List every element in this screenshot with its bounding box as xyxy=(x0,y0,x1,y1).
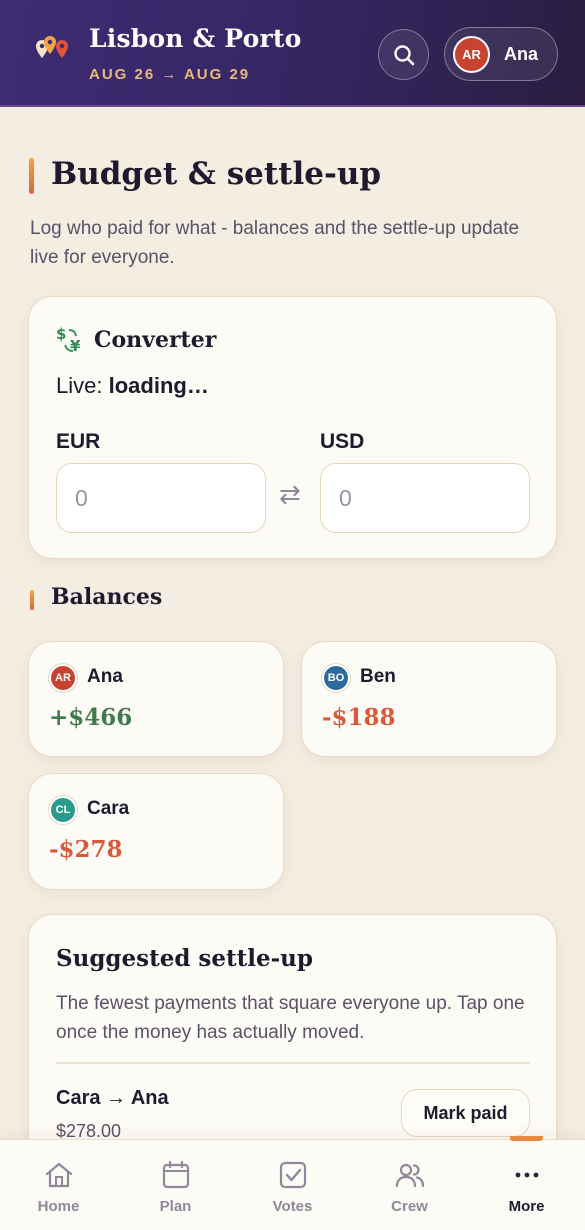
tab-votes[interactable]: Votes xyxy=(234,1140,351,1230)
avatar: CL xyxy=(49,796,77,824)
to-currency-label: USD xyxy=(320,430,365,453)
mark-paid-button[interactable]: Mark paid xyxy=(401,1089,530,1137)
converter-live-status: Live: loading… xyxy=(56,373,209,399)
svg-text:¥: ¥ xyxy=(70,337,81,355)
tab-label: More xyxy=(508,1198,545,1215)
calendar-icon xyxy=(162,1160,190,1189)
checkbox-icon xyxy=(279,1161,307,1189)
search-button[interactable] xyxy=(378,29,429,80)
svg-text:$: $ xyxy=(56,325,66,343)
tab-label: Votes xyxy=(272,1198,313,1215)
title-accent-bar xyxy=(29,158,34,194)
map-pins-logo-icon xyxy=(36,36,68,58)
more-dots-icon xyxy=(515,1172,539,1178)
avatar: AR xyxy=(49,664,77,692)
tab-label: Home xyxy=(37,1198,80,1215)
page-subtitle: Log who paid for what - balances and the… xyxy=(30,218,520,268)
balance-card-ana: AR Ana +$466 xyxy=(28,641,284,757)
avatar: AR xyxy=(453,36,490,73)
balance-name: Cara xyxy=(87,798,130,819)
app-header: Lisbon & Porto AUG 26 → AUG 29 AR Ana xyxy=(0,0,585,107)
balance-name: Ana xyxy=(87,666,123,687)
balances-title: Balances xyxy=(51,584,163,610)
live-label: Live: xyxy=(56,373,103,398)
currency-exchange-icon: $ ¥ xyxy=(56,325,81,355)
from-currency-label: EUR xyxy=(56,430,101,453)
user-menu-button[interactable]: AR Ana xyxy=(444,27,558,81)
swap-currency-icon[interactable]: ⇄ xyxy=(279,479,301,510)
page-title: Budget & settle-up xyxy=(51,156,382,192)
converter-card: $ ¥ Converter Live: loading… EUR USD ⇄ xyxy=(28,296,557,559)
tab-crew[interactable]: Crew xyxy=(351,1140,468,1230)
settle-up-title: Suggested settle-up xyxy=(56,945,313,972)
tab-label: Crew xyxy=(391,1198,428,1215)
tab-more[interactable]: More xyxy=(468,1140,585,1230)
balance-amount: -$278 xyxy=(49,836,123,863)
to-amount-input[interactable] xyxy=(320,463,530,533)
from-amount-input[interactable] xyxy=(56,463,266,533)
avatar: BO xyxy=(322,664,350,692)
bottom-tab-bar: Home Plan Votes Crew More xyxy=(0,1136,585,1230)
converter-title-text: Converter xyxy=(94,327,217,353)
people-icon xyxy=(395,1163,425,1188)
balance-name: Ben xyxy=(360,666,396,687)
divider xyxy=(56,1062,530,1064)
search-icon xyxy=(393,44,414,65)
balance-card-ben: BO Ben -$188 xyxy=(301,641,557,757)
payment-route: Cara → Ana xyxy=(56,1087,169,1109)
live-rate-value: loading… xyxy=(108,373,209,398)
balance-amount: +$466 xyxy=(49,704,133,731)
balance-card-cara: CL Cara -$278 xyxy=(28,773,284,890)
tab-label: Plan xyxy=(159,1198,192,1215)
home-icon xyxy=(45,1162,73,1188)
settle-up-description: The fewest payments that square everyone… xyxy=(56,993,525,1043)
balance-amount: -$188 xyxy=(322,704,396,731)
trip-title: Lisbon & Porto xyxy=(89,24,302,53)
user-name: Ana xyxy=(504,44,539,64)
tab-plan[interactable]: Plan xyxy=(117,1140,234,1230)
trip-dates: AUG 26 → AUG 29 xyxy=(89,66,251,83)
converter-title: $ ¥ Converter xyxy=(56,325,216,355)
balances-accent-bar xyxy=(30,590,34,610)
tab-home[interactable]: Home xyxy=(0,1140,117,1230)
